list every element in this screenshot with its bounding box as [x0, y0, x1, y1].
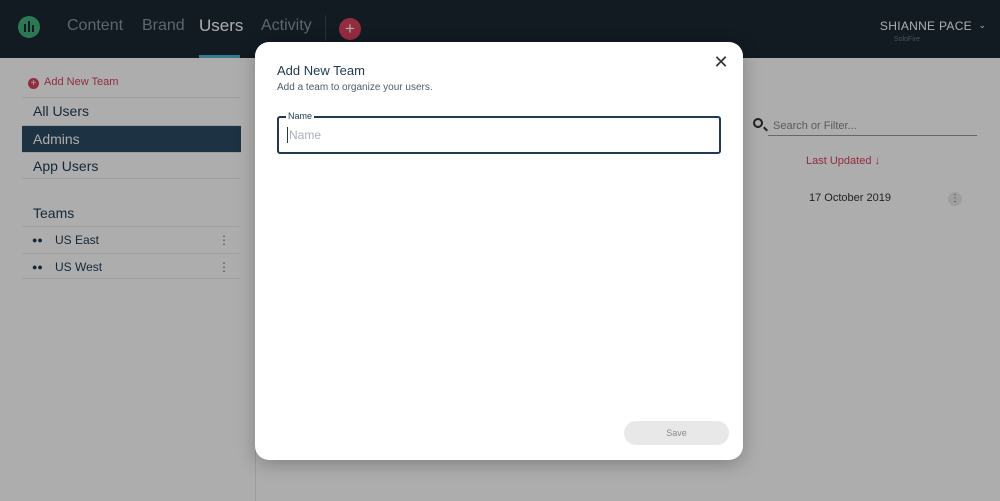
dialog-title: Add New Team — [277, 63, 365, 78]
name-input[interactable] — [287, 127, 707, 143]
name-field: Name — [277, 111, 721, 154]
add-team-dialog: Add New Team Add a team to organize your… — [255, 42, 743, 460]
close-icon[interactable]: ✕ — [713, 53, 729, 71]
save-button[interactable]: Save — [624, 421, 729, 445]
name-field-label: Name — [286, 111, 315, 122]
dialog-subtitle: Add a team to organize your users. — [277, 82, 433, 93]
